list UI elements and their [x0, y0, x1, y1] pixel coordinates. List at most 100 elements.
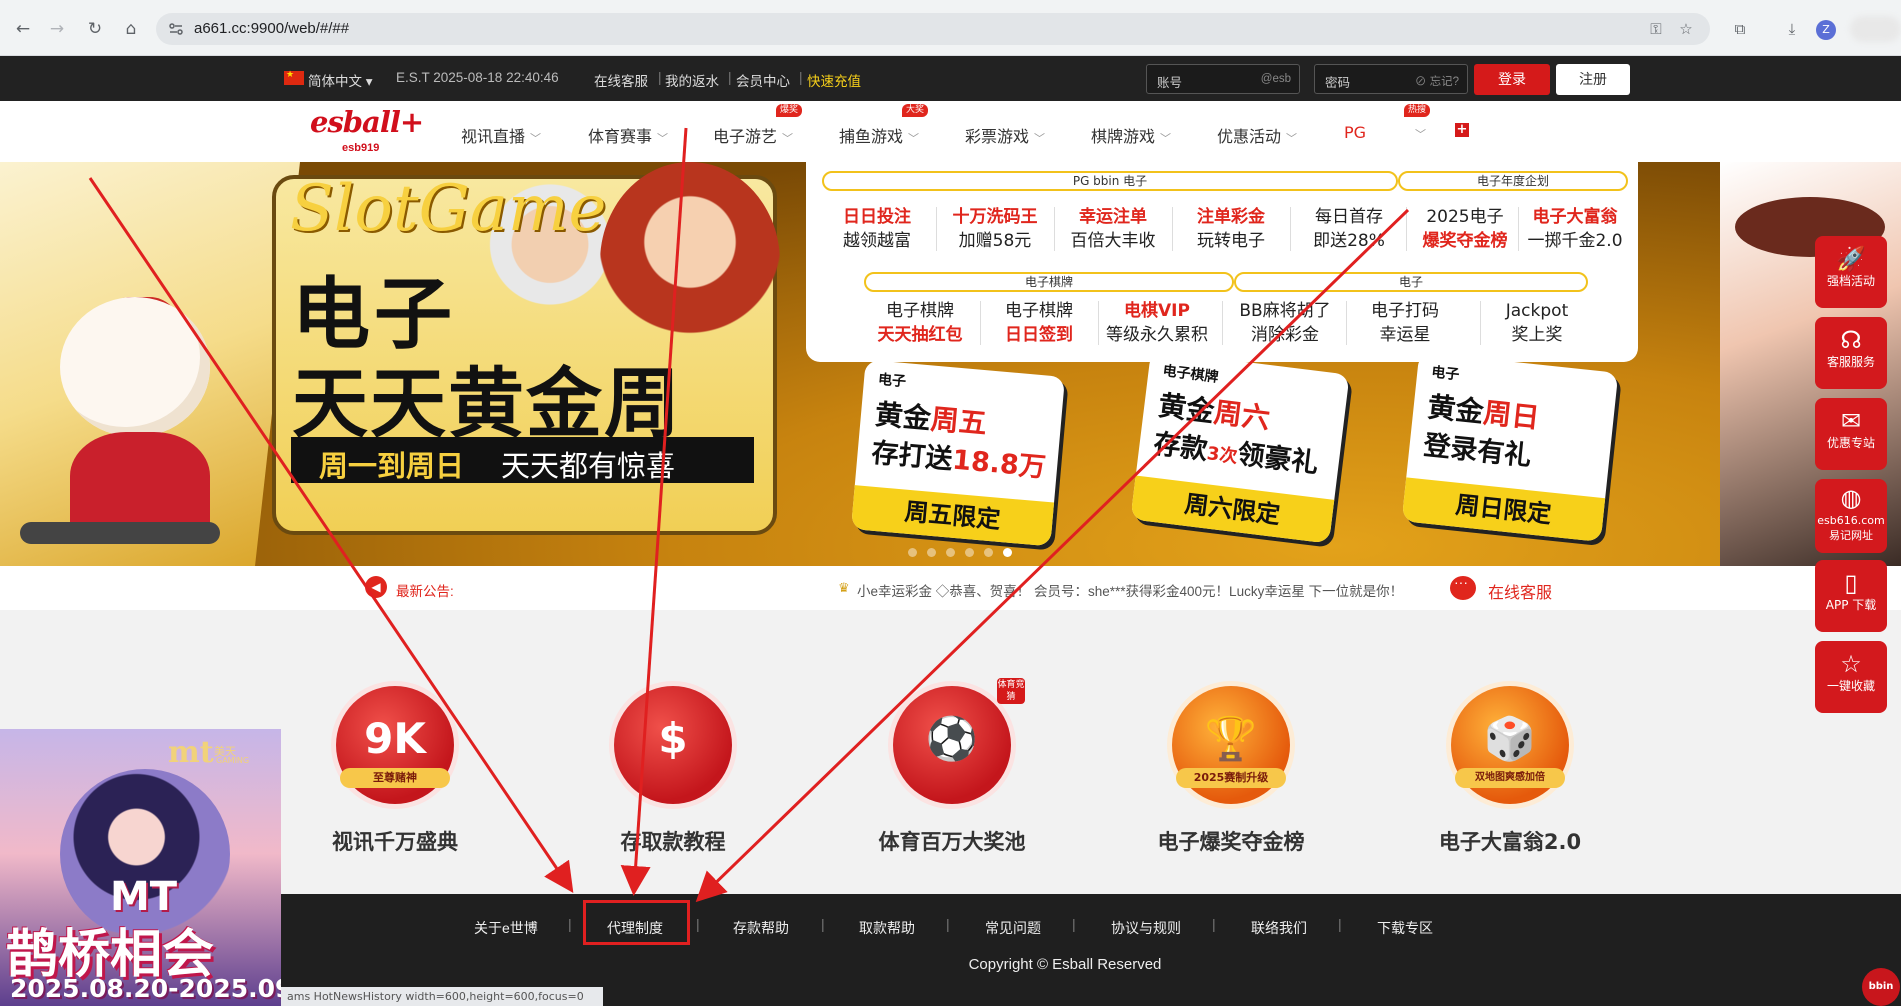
promo-cell[interactable]: 电棋VIP 等级永久累积: [1098, 299, 1216, 347]
url-text: a661.cc:9900/web/#/##: [194, 20, 350, 37]
promo-cell[interactable]: 电子打码 幸运星: [1346, 299, 1464, 347]
promo-cell[interactable]: 日日投注 越领越富: [818, 205, 936, 253]
footer-link-download[interactable]: 下载专区: [1377, 918, 1433, 938]
copyright: Copyright © Esball Reserved: [968, 956, 1162, 973]
nav-item-pg[interactable]: PG: [1344, 123, 1366, 142]
server-time: E.S.T 2025-08-18 22:40:46: [396, 70, 559, 85]
carousel-dot[interactable]: [984, 548, 993, 557]
chat-bubble-icon[interactable]: [1450, 574, 1476, 600]
footer-link-withdraw-help[interactable]: 取款帮助: [859, 918, 915, 938]
promo-cell[interactable]: 电子大富翁 一掷千金2.0: [1516, 205, 1634, 253]
soccer-ball-icon: ⚽: [893, 686, 1011, 804]
chevron-down-icon: ﹀: [908, 132, 920, 145]
promo-cell[interactable]: 幸运注单 百倍大丰收: [1054, 205, 1172, 253]
promo-cell[interactable]: 每日首存 即送28%: [1290, 205, 1408, 253]
eye-off-icon[interactable]: ⊘: [1415, 76, 1427, 88]
nav-item-promo[interactable]: 优惠活动 ﹀: [1217, 123, 1297, 147]
chevron-down-icon: ﹀: [530, 132, 542, 145]
carousel-dot-active[interactable]: [1003, 548, 1012, 557]
promo-cell[interactable]: 2025电子 爆奖夺金榜: [1406, 205, 1524, 253]
footer-link-about[interactable]: 关于e世博: [474, 918, 538, 938]
esball-logo[interactable]: esball+ esb919: [310, 105, 424, 157]
ad-date: 2025.08.20-2025.09.17: [10, 974, 281, 1003]
topbar-link-member[interactable]: 会员中心: [736, 70, 790, 90]
gift-icon: ✉: [1840, 407, 1862, 435]
register-button[interactable]: 注册: [1556, 64, 1630, 95]
login-button[interactable]: 登录: [1474, 64, 1550, 95]
promo-cell[interactable]: 电子棋牌 天天抽红包: [861, 299, 979, 347]
account-field[interactable]: 账号 @esb: [1146, 64, 1300, 94]
nav-plus-icon[interactable]: +: [1455, 123, 1469, 137]
footer-link-contact[interactable]: 联络我们: [1251, 918, 1307, 938]
float-app[interactable]: ▯ APP 下载: [1815, 560, 1887, 632]
float-favorite[interactable]: ☆ 一键收藏: [1815, 641, 1887, 713]
sports-badge: 体育竞猜: [997, 678, 1025, 704]
carousel-dot[interactable]: [927, 548, 936, 557]
chevron-down-icon: ﹀: [1415, 128, 1426, 141]
nav-item-chess[interactable]: 棋牌游戏 ﹀: [1091, 123, 1171, 147]
promo-cell[interactable]: 注单彩金 玩转电子: [1172, 205, 1290, 253]
feature-label: 电子大富翁2.0: [1438, 830, 1582, 854]
forward-icon[interactable]: →: [46, 18, 68, 40]
carousel-dot[interactable]: [908, 548, 917, 557]
online-service-link[interactable]: 在线客服: [1488, 579, 1552, 603]
china-flag-icon: [284, 69, 304, 85]
feature-monopoly[interactable]: 🎲 双地图爽感加倍 电子大富翁2.0: [1400, 686, 1620, 856]
promo-cell[interactable]: 十万洗码王 加赠58元: [936, 205, 1054, 253]
rocket-icon: 🚀: [1836, 245, 1866, 273]
announcement-text[interactable]: 小e幸运彩金 ◇恭喜、贺喜！ 会员号：she***获得彩金400元！Lucky幸…: [857, 580, 1403, 600]
key-icon[interactable]: ⚿: [1646, 20, 1666, 38]
left-floating-ad[interactable]: mt 美天 GAMING MT 鹊桥相会 2025.08.20-2025.09.…: [0, 729, 281, 1006]
feature-deposit[interactable]: $ 存取款教程: [563, 686, 783, 856]
feature-label: 存取款教程: [620, 830, 726, 854]
footer-link-deposit-help[interactable]: 存款帮助: [733, 918, 789, 938]
home-icon[interactable]: ⌂: [120, 18, 142, 40]
download-icon[interactable]: ⤓: [1782, 20, 1802, 38]
nav-item-hot[interactable]: ﹀: [1410, 123, 1426, 142]
float-activity[interactable]: 🚀 强档活动: [1815, 236, 1887, 308]
language-select[interactable]: 简体中文 ▾: [308, 70, 373, 90]
ticket-saturday[interactable]: 电子棋牌 黄金周六 存款3次领豪礼 周六限定: [1130, 350, 1350, 544]
reload-icon[interactable]: ↻: [84, 18, 106, 40]
promo-cell[interactable]: Jackpot 奖上奖: [1478, 299, 1596, 347]
nav-item-live[interactable]: 视讯直播 ﹀: [461, 123, 541, 147]
nav-item-lottery[interactable]: 彩票游戏 ﹀: [965, 123, 1045, 147]
feature-label: 视讯千万盛典: [332, 830, 458, 854]
nav-item-slots[interactable]: 电子游艺 ﹀: [713, 123, 793, 147]
password-field[interactable]: 密码 ⊘ 忘记?: [1314, 64, 1468, 94]
float-service[interactable]: ☊ 客服服务: [1815, 317, 1887, 389]
site-info-icon[interactable]: [168, 21, 184, 37]
float-promo[interactable]: ✉ 优惠专站: [1815, 398, 1887, 470]
float-url[interactable]: ◍ esb616.com 易记网址: [1815, 479, 1887, 553]
back-icon[interactable]: ←: [12, 18, 34, 40]
chevron-down-icon: ﹀: [1034, 132, 1046, 145]
crown-icon: ♛: [838, 580, 850, 595]
hero-banner[interactable]: SlotGame 电子 天天黄金周 周一到周日 天天都有惊喜 PG bbin 电…: [0, 162, 1901, 566]
globe-icon: ◍: [1840, 484, 1862, 512]
promo-cell[interactable]: BB麻将胡了 消除彩金: [1226, 299, 1344, 347]
topbar-link-service[interactable]: 在线客服: [594, 70, 648, 90]
feature-jackpot[interactable]: 🏆 2025赛制升级 电子爆奖夺金榜: [1121, 686, 1341, 856]
nav-item-fishing[interactable]: 捕鱼游戏 ﹀: [839, 123, 919, 147]
nav-item-sports[interactable]: 体育赛事 ﹀: [588, 123, 668, 147]
bbin-corner-logo[interactable]: bbin: [1862, 968, 1900, 1006]
promo-cell[interactable]: 电子棋牌 日日签到: [980, 299, 1098, 347]
carousel-dot[interactable]: [946, 548, 955, 557]
footer-link-terms[interactable]: 协议与规则: [1111, 918, 1181, 938]
topbar-link-recharge[interactable]: 快速充值: [807, 70, 861, 90]
extensions-icon[interactable]: ⧉: [1730, 20, 1750, 38]
forgot-link[interactable]: 忘记?: [1430, 76, 1459, 88]
ticket-friday[interactable]: 电子 黄金周五 存打送18.8万 周五限定: [850, 359, 1066, 547]
chevron-down-icon: ﹀: [782, 132, 794, 145]
ticket-sunday[interactable]: 电子 黄金周日 登录有礼 周日限定: [1401, 352, 1619, 542]
address-bar[interactable]: a661.cc:9900/web/#/## ⚿ ☆: [156, 13, 1710, 45]
feature-sports[interactable]: ⚽ 体育百万大奖池: [842, 686, 1062, 856]
topbar-link-rebate[interactable]: 我的返水: [665, 70, 719, 90]
bookmark-star-icon[interactable]: ☆: [1676, 20, 1696, 38]
dice-icon: 🎲 双地图爽感加倍: [1451, 686, 1569, 804]
feature-live[interactable]: 9K 至尊赌神 视讯千万盛典: [285, 686, 505, 856]
blurred-region: [1850, 16, 1901, 42]
footer-link-faq[interactable]: 常见问题: [985, 918, 1041, 938]
carousel-dot[interactable]: [965, 548, 974, 557]
profile-avatar[interactable]: Z: [1816, 20, 1836, 40]
